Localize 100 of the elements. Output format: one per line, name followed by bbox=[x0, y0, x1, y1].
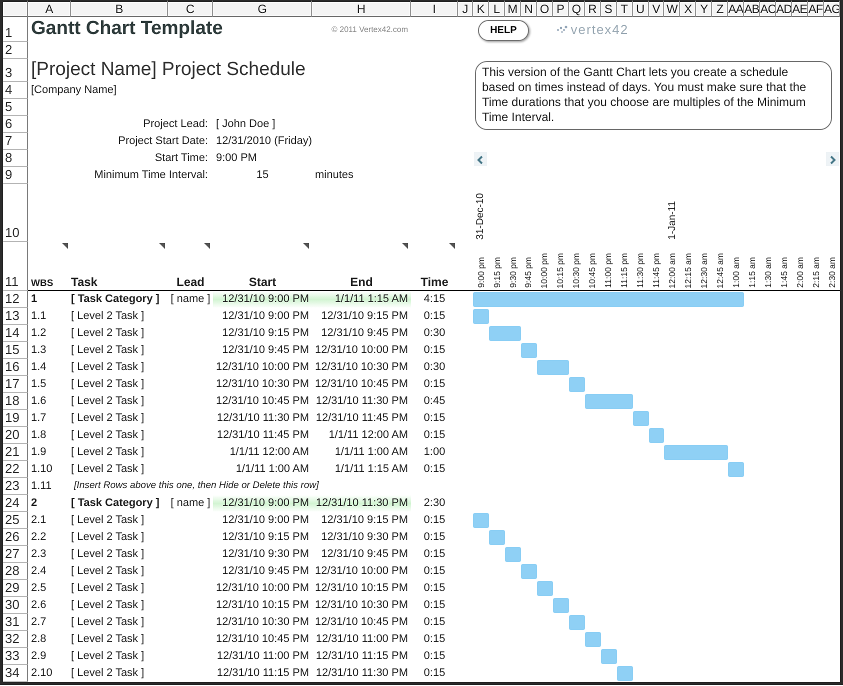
column-header[interactable]: U bbox=[632, 0, 649, 17]
duration: 0:15 bbox=[424, 564, 446, 580]
task-name: [ Task Category ] bbox=[71, 292, 160, 308]
end-time: 12/31/10 9:30 PM bbox=[321, 530, 408, 546]
time-label: 9:00 pm bbox=[474, 257, 487, 288]
row-header[interactable]: 18 bbox=[3, 393, 28, 410]
row-header[interactable]: 30 bbox=[3, 597, 28, 614]
column-header[interactable]: J bbox=[458, 0, 473, 17]
row-header[interactable]: 26 bbox=[3, 529, 28, 546]
column-header[interactable]: T bbox=[616, 0, 633, 17]
field-label: Start Time: bbox=[154, 151, 208, 166]
duration: 2:30 bbox=[424, 496, 446, 512]
column-header[interactable]: AF bbox=[808, 0, 824, 17]
duration: 0:15 bbox=[424, 581, 446, 596]
end-time: 12/31/10 10:45 PM bbox=[315, 377, 408, 392]
help-button[interactable]: HELP bbox=[478, 20, 529, 41]
row-header[interactable]: 19 bbox=[3, 410, 28, 427]
row-header[interactable]: 9 bbox=[3, 167, 28, 184]
row-header[interactable]: 17 bbox=[3, 376, 28, 393]
field-label: Project Lead: bbox=[143, 117, 208, 132]
row-header[interactable]: 6 bbox=[3, 116, 28, 133]
column-header[interactable]: A bbox=[28, 0, 71, 17]
column-header[interactable]: V bbox=[648, 0, 664, 17]
row-header[interactable]: 16 bbox=[3, 359, 28, 376]
row-header[interactable]: 25 bbox=[3, 512, 28, 529]
column-header[interactable]: AC bbox=[760, 0, 776, 17]
row-header[interactable]: 21 bbox=[3, 444, 28, 461]
row-header[interactable]: 2 bbox=[3, 42, 28, 59]
row-header[interactable]: 33 bbox=[3, 648, 28, 665]
end-time: 12/31/10 11:00 PM bbox=[316, 632, 408, 648]
row-header[interactable]: 22 bbox=[3, 461, 28, 478]
row-header[interactable]: 7 bbox=[3, 133, 28, 150]
row-header[interactable]: 12 bbox=[3, 291, 28, 308]
column-header[interactable]: N bbox=[520, 0, 537, 17]
row-header[interactable]: 11 bbox=[3, 242, 28, 291]
column-header[interactable]: W bbox=[664, 0, 680, 17]
copyright-text: © 2011 Vertex42.com bbox=[330, 24, 409, 36]
wbs-number: 2.9 bbox=[31, 649, 46, 664]
start-time: 12/31/10 9:30 PM bbox=[222, 547, 309, 562]
time-label: 12:00 am bbox=[666, 252, 678, 288]
start-time: 1/1/11 1:00 AM bbox=[236, 462, 309, 478]
row-header[interactable]: 15 bbox=[3, 342, 28, 359]
time-label: 2:30 am bbox=[826, 257, 838, 288]
column-header[interactable]: AD bbox=[776, 0, 792, 17]
end-time: 1/1/11 1:15 AM bbox=[334, 462, 408, 478]
time-label: 10:00 pm bbox=[538, 252, 550, 288]
lead-name: [ name ] bbox=[170, 496, 210, 512]
end-time: 12/31/10 11:15 PM bbox=[316, 649, 408, 664]
row-header[interactable]: 29 bbox=[3, 580, 28, 597]
column-header[interactable]: G bbox=[213, 0, 312, 17]
column-header[interactable]: C bbox=[168, 0, 213, 17]
corner-marker-icon bbox=[449, 243, 455, 249]
task-name: [ Level 2 Task ] bbox=[71, 445, 144, 460]
duration: 0:15 bbox=[424, 428, 446, 444]
task-name: [ Level 2 Task ] bbox=[71, 581, 144, 596]
column-header[interactable]: O bbox=[536, 0, 553, 17]
column-header[interactable]: Z bbox=[712, 0, 728, 17]
row-header[interactable]: 23 bbox=[3, 478, 28, 495]
column-header[interactable]: AE bbox=[792, 0, 808, 17]
column-header[interactable]: K bbox=[473, 0, 489, 17]
row-header[interactable]: 24 bbox=[3, 495, 28, 512]
row-header[interactable]: 8 bbox=[3, 150, 28, 167]
wbs-number: 2.3 bbox=[31, 547, 46, 562]
row-header[interactable]: 1 bbox=[3, 17, 28, 42]
start-time: 1/1/11 12:00 AM bbox=[230, 445, 309, 460]
row-header[interactable]: 3 bbox=[3, 59, 28, 82]
column-header[interactable]: AB bbox=[744, 0, 760, 17]
column-header[interactable]: Q bbox=[568, 0, 585, 17]
row-header[interactable]: 4 bbox=[3, 82, 28, 99]
column-header[interactable]: Y bbox=[696, 0, 712, 17]
select-all-corner[interactable] bbox=[3, 0, 28, 17]
row-header[interactable]: 13 bbox=[3, 308, 28, 325]
column-header[interactable]: I bbox=[411, 0, 458, 17]
row-header[interactable]: 10 bbox=[3, 184, 28, 242]
column-header[interactable]: AA bbox=[728, 0, 744, 17]
column-header[interactable]: R bbox=[584, 0, 601, 17]
row-header[interactable]: 14 bbox=[3, 325, 28, 342]
task-name: [ Level 2 Task ] bbox=[71, 666, 144, 682]
column-header[interactable]: X bbox=[680, 0, 696, 17]
column-header[interactable]: H bbox=[312, 0, 411, 17]
row-header[interactable]: 28 bbox=[3, 563, 28, 580]
column-header[interactable]: M bbox=[504, 0, 521, 17]
row-header[interactable]: 5 bbox=[3, 99, 28, 116]
column-header[interactable]: L bbox=[488, 0, 505, 17]
start-time: 12/31/10 11:45 PM bbox=[216, 428, 309, 444]
row-header[interactable]: 31 bbox=[3, 614, 28, 631]
duration: 0:15 bbox=[424, 666, 446, 682]
start-time: 12/31/10 11:30 PM bbox=[216, 411, 309, 426]
column-header[interactable]: P bbox=[552, 0, 569, 17]
time-label: 1:15 am bbox=[746, 257, 758, 288]
date-label: 31-Dec-10 bbox=[474, 193, 488, 240]
end-time: 12/31/10 11:30 PM bbox=[316, 496, 408, 512]
row-header[interactable]: 34 bbox=[3, 665, 28, 682]
row-header[interactable]: 27 bbox=[3, 546, 28, 563]
time-label: 1:30 am bbox=[762, 257, 774, 288]
row-header[interactable]: 32 bbox=[3, 631, 28, 648]
column-header[interactable]: B bbox=[71, 0, 168, 17]
wbs-number: 1.11 bbox=[31, 479, 52, 494]
row-header[interactable]: 20 bbox=[3, 427, 28, 444]
column-header[interactable]: S bbox=[600, 0, 617, 17]
